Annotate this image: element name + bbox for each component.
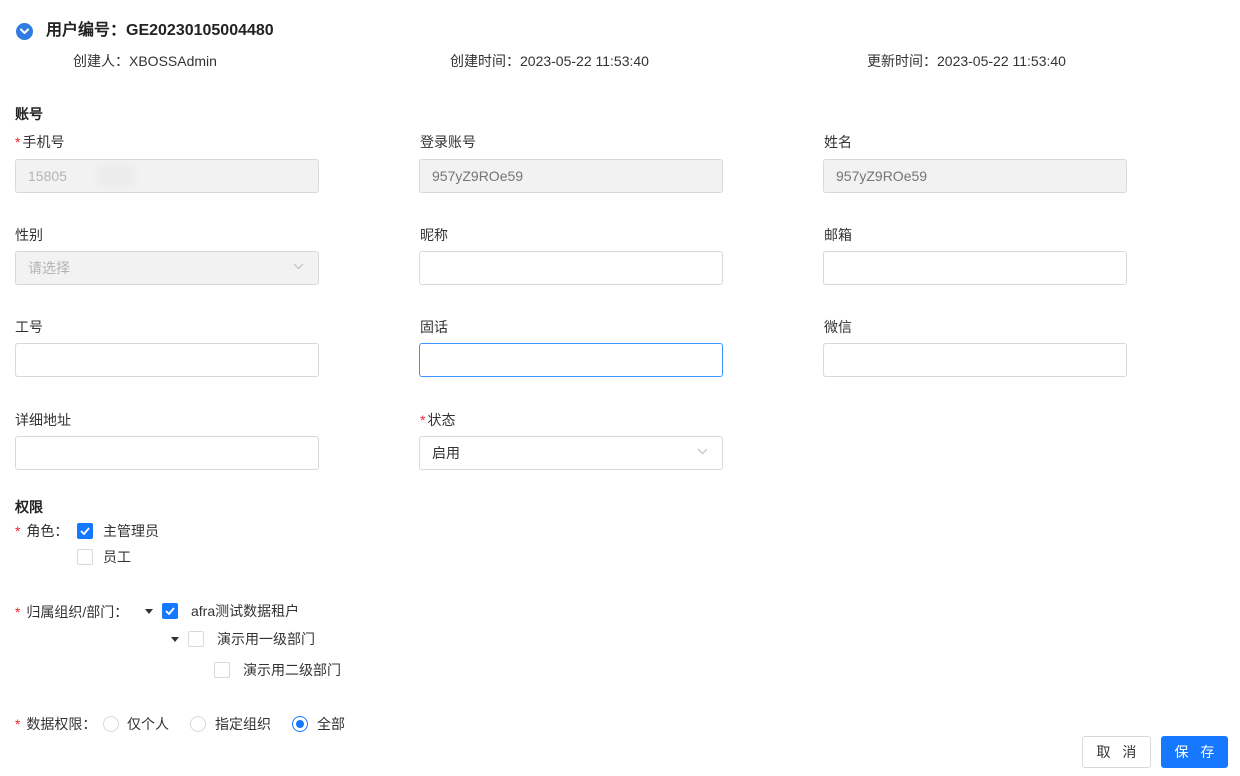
gender-select[interactable]: 请选择	[15, 251, 319, 285]
status-select[interactable]: 启用	[419, 436, 723, 470]
landline-input[interactable]	[419, 343, 723, 377]
org-tenant-label: afra测试数据租户	[191, 603, 300, 619]
login-account-label: 登录账号	[420, 134, 476, 150]
phone-mask	[97, 165, 135, 187]
data-all-radio[interactable]	[292, 716, 308, 732]
phone-label: * 手机号	[15, 134, 65, 150]
data-all-label: 全部	[317, 716, 345, 732]
save-button[interactable]: 保 存	[1161, 736, 1228, 768]
check-icon	[165, 607, 175, 615]
address-label: 详细地址	[15, 412, 71, 428]
permission-section-title: 权限	[15, 499, 43, 515]
nickname-label: 昵称	[420, 227, 448, 243]
required-mark: *	[15, 134, 21, 150]
status-label: * 状态	[420, 412, 456, 428]
data-org-label: 指定组织	[215, 716, 271, 732]
role-staff-checkbox[interactable]	[77, 549, 93, 565]
required-mark: *	[15, 523, 21, 539]
employee-id-label: 工号	[15, 319, 43, 335]
name-field[interactable]	[823, 159, 1127, 193]
chevron-down-icon	[293, 263, 304, 270]
creator-text: 创建人：XBOSSAdmin	[73, 53, 217, 69]
org-dept2-checkbox[interactable]	[214, 662, 230, 678]
required-mark: *	[15, 716, 21, 732]
phone-field[interactable]: 158055	[15, 159, 319, 193]
created-time-text: 创建时间：2023-05-22 11:53:40	[450, 53, 649, 69]
data-self-label: 仅个人	[127, 716, 169, 732]
org-dept2-label: 演示用二级部门	[243, 662, 341, 678]
role-label: * 角色：	[15, 523, 69, 539]
gender-placeholder: 请选择	[28, 260, 70, 276]
org-dept1-label: 演示用一级部门	[217, 631, 315, 647]
wechat-label: 微信	[824, 319, 852, 335]
updated-time-text: 更新时间：2023-05-22 11:53:40	[867, 53, 1066, 69]
check-icon	[80, 527, 90, 535]
address-input[interactable]	[15, 436, 319, 470]
wechat-input[interactable]	[823, 343, 1127, 377]
phone-value-head: 15805	[28, 168, 67, 184]
account-section-title: 账号	[15, 106, 43, 122]
nickname-input[interactable]	[419, 251, 723, 285]
org-label: * 归属组织/部门：	[15, 604, 129, 620]
login-account-field[interactable]	[419, 159, 723, 193]
chevron-down-icon	[697, 448, 708, 455]
data-self-radio[interactable]	[103, 716, 119, 732]
role-admin-checkbox[interactable]	[77, 523, 93, 539]
user-badge-icon	[16, 23, 33, 40]
org-tenant-checkbox[interactable]	[162, 603, 178, 619]
email-input[interactable]	[823, 251, 1127, 285]
cancel-button[interactable]: 取 消	[1082, 736, 1151, 768]
employee-id-input[interactable]	[15, 343, 319, 377]
role-admin-label: 主管理员	[103, 523, 159, 539]
role-staff-label: 员工	[103, 549, 131, 565]
org-dept1-checkbox[interactable]	[188, 631, 204, 647]
name-label: 姓名	[824, 134, 852, 150]
tree-expand-icon[interactable]	[145, 609, 153, 614]
landline-label: 固话	[420, 319, 448, 335]
gender-label: 性别	[15, 227, 43, 243]
required-mark: *	[15, 604, 21, 620]
required-mark: *	[420, 412, 426, 428]
status-value: 启用	[432, 445, 460, 461]
email-label: 邮箱	[824, 227, 852, 243]
data-org-radio[interactable]	[190, 716, 206, 732]
data-permission-label: * 数据权限：	[15, 716, 97, 732]
tree-expand-icon[interactable]	[171, 637, 179, 642]
user-number-title: 用户编号：GE20230105004480	[46, 22, 274, 39]
